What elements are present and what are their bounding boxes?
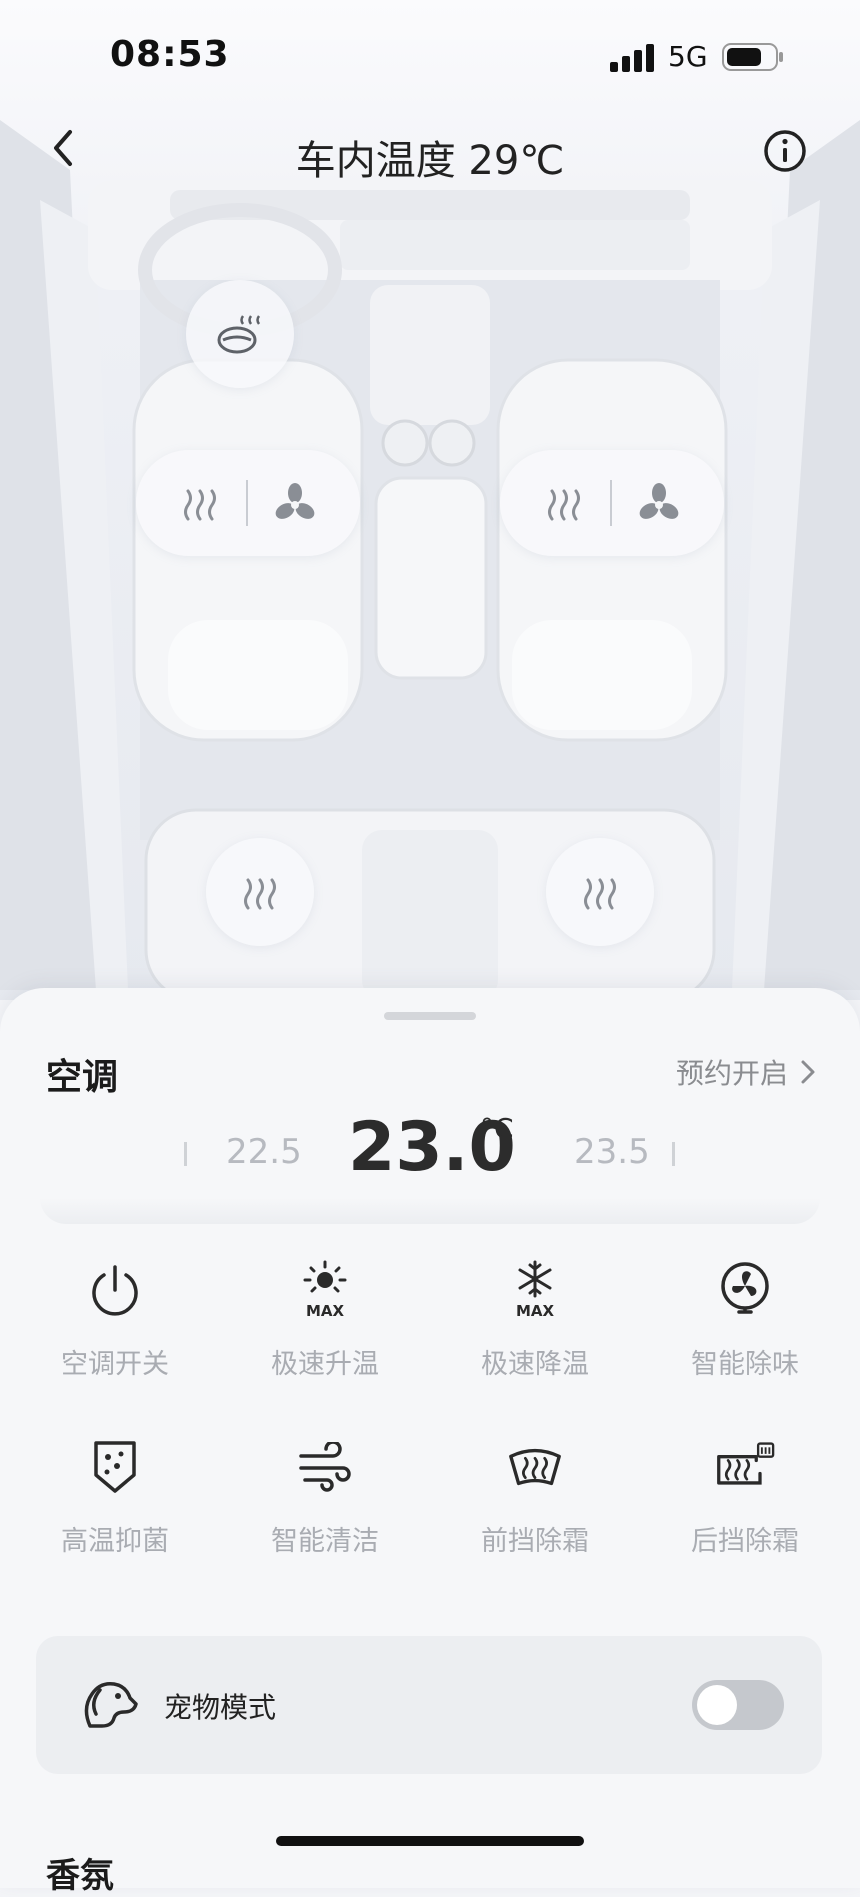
status-time: 08:53 bbox=[110, 34, 230, 75]
toggle-knob bbox=[697, 1685, 737, 1725]
pet-mode-toggle[interactable] bbox=[692, 1680, 784, 1730]
seat-heat-icon[interactable] bbox=[544, 483, 584, 523]
svg-text:MAX: MAX bbox=[516, 1302, 555, 1320]
function-label: 空调开关 bbox=[61, 1349, 169, 1380]
function-label: 高温抑菌 bbox=[61, 1526, 169, 1557]
pet-mode-row: 宠物模式 bbox=[36, 1636, 822, 1774]
ac-section-title: 空调 bbox=[46, 1057, 119, 1098]
sheet-drag-handle[interactable] bbox=[384, 1012, 476, 1020]
max-cool-icon: MAX bbox=[505, 1260, 565, 1320]
function-label: 极速降温 bbox=[481, 1349, 589, 1380]
pet-mode-label: 宠物模式 bbox=[164, 1691, 277, 1724]
seat-ventilation-icon[interactable] bbox=[638, 482, 680, 524]
divider bbox=[610, 480, 612, 526]
network-type: 5G bbox=[668, 40, 708, 73]
steering-heat-icon bbox=[217, 315, 261, 354]
fan-icon bbox=[715, 1260, 775, 1320]
schedule-start-link[interactable]: 预约开启 bbox=[676, 1052, 816, 1092]
front-defrost-icon bbox=[505, 1437, 565, 1497]
dog-icon bbox=[84, 1681, 138, 1728]
rear-right-seat-heat-button[interactable] bbox=[546, 838, 654, 946]
smart-deodorize-button[interactable]: 智能除味 bbox=[640, 1260, 850, 1381]
wind-clean-icon bbox=[295, 1437, 355, 1497]
function-grid: 空调开关 MAX 极速升温 MAX 极速降温 智能除味 高温抑菌 智能清洁 前挡… bbox=[0, 1260, 860, 1558]
sterilize-icon bbox=[85, 1437, 145, 1497]
seat-ventilation-icon[interactable] bbox=[274, 482, 316, 524]
function-label: 前挡除霜 bbox=[481, 1526, 589, 1557]
signal-icon bbox=[610, 44, 654, 72]
seat-heat-icon[interactable] bbox=[180, 483, 220, 523]
home-indicator[interactable] bbox=[276, 1836, 584, 1846]
fragrance-section-title: 香氛 bbox=[46, 1856, 114, 1896]
ac-power-button[interactable]: 空调开关 bbox=[10, 1260, 220, 1381]
passenger-seat-controls bbox=[500, 450, 724, 556]
function-label: 智能清洁 bbox=[271, 1526, 379, 1557]
rear-left-seat-heat-button[interactable] bbox=[206, 838, 314, 946]
smart-clean-button[interactable]: 智能清洁 bbox=[220, 1437, 430, 1558]
rear-defrost-button[interactable]: 后挡除霜 bbox=[640, 1437, 850, 1558]
status-bar: 08:53 5G bbox=[0, 0, 860, 110]
temp-prev-value[interactable]: 22.5 bbox=[226, 1132, 302, 1172]
scale-tick bbox=[184, 1142, 187, 1166]
temp-unit: °C bbox=[480, 1112, 514, 1145]
function-label: 极速升温 bbox=[271, 1349, 379, 1380]
function-label: 后挡除霜 bbox=[691, 1526, 799, 1557]
svg-text:MAX: MAX bbox=[306, 1302, 345, 1320]
schedule-label: 预约开启 bbox=[675, 1057, 788, 1090]
page-title: 车内温度 29℃ bbox=[295, 138, 565, 184]
power-icon bbox=[85, 1260, 145, 1320]
divider bbox=[246, 480, 248, 526]
driver-seat-controls bbox=[136, 450, 360, 556]
chevron-right-icon bbox=[801, 1060, 815, 1084]
function-label: 智能除味 bbox=[691, 1349, 799, 1380]
scale-tick bbox=[672, 1142, 675, 1166]
seat-heat-icon bbox=[244, 878, 276, 910]
picker-shadow bbox=[40, 1198, 820, 1224]
battery-icon bbox=[722, 43, 783, 71]
rear-defrost-icon bbox=[715, 1437, 775, 1497]
front-defrost-button[interactable]: 前挡除霜 bbox=[430, 1437, 640, 1558]
climate-sheet: 空调 预约开启 22.5 23.0 °C 23.5 空调开关 MAX 极速升温 … bbox=[0, 988, 860, 1896]
high-temp-sterilize-button[interactable]: 高温抑菌 bbox=[10, 1437, 220, 1558]
temp-next-value[interactable]: 23.5 bbox=[574, 1132, 650, 1172]
steering-wheel-heat-button[interactable] bbox=[186, 280, 294, 388]
car-interior-view: 08:53 5G 车内温度 29℃ bbox=[0, 0, 860, 1000]
seat-heat-icon bbox=[584, 878, 616, 910]
max-cool-button[interactable]: MAX 极速降温 bbox=[430, 1260, 640, 1381]
info-icon[interactable] bbox=[762, 128, 808, 174]
max-heat-button[interactable]: MAX 极速升温 bbox=[220, 1260, 430, 1381]
max-heat-icon: MAX bbox=[295, 1260, 355, 1320]
